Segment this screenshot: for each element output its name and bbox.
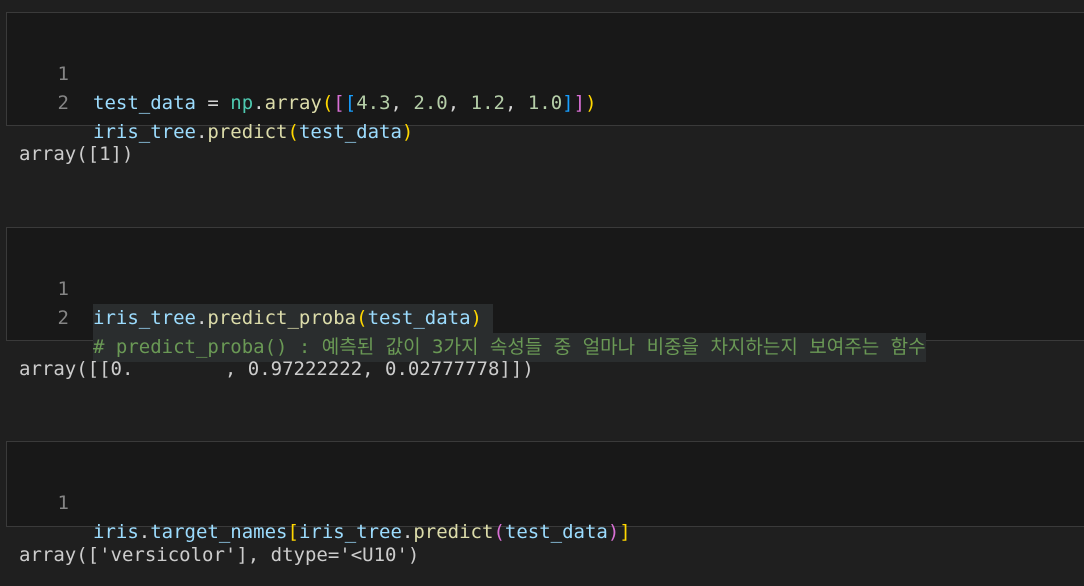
line-number: 2 [57,307,69,329]
line-number: 2 [57,92,69,114]
code-line: 1 iris_tree.predict_proba(test_data) [7,246,494,333]
cell-output-3: array(['versicolor'], dtype='<U10') [19,544,420,566]
cell-output-1: array([1]) [19,143,134,165]
code-text[interactable]: iris_tree.predict_proba(test_data) [93,304,494,333]
code-cell-3[interactable]: 1 iris.target_names[iris_tree.predict(te… [6,441,1084,543]
code-line: 1 test_data = np.array([[4.3, 2.0, 1.2, … [7,31,597,114]
code-text[interactable]: test_data = np.array([[4.3, 2.0, 1.2, 1.… [93,89,597,118]
code-text[interactable]: iris_tree.predict(test_data) [93,118,413,147]
code-line: 2 # predict_proba() : 예측된 값이 3가지 속성들 중 얼… [7,275,926,362]
code-line: 2 iris_tree.predict(test_data) [7,60,414,143]
line-number: 1 [57,492,69,514]
notebook: 1 test_data = np.array([[4.3, 2.0, 1.2, … [0,0,1084,586]
cell-output-2: array([[0. , 0.97222222, 0.02777778]]) [19,358,534,380]
code-cell-1[interactable]: 1 test_data = np.array([[4.3, 2.0, 1.2, … [6,12,1084,143]
code-line: 1 iris.target_names[iris_tree.predict(te… [7,460,631,543]
code-cell-2[interactable]: 1 iris_tree.predict_proba(test_data) 2 #… [6,227,1084,362]
